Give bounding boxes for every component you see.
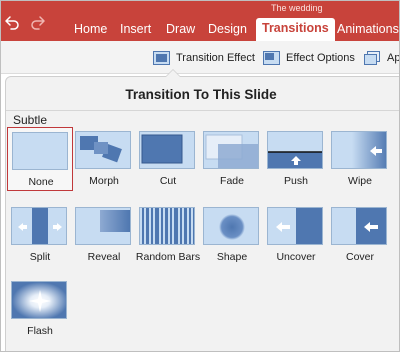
split-thumb-icon [11, 207, 67, 245]
tab-insert[interactable]: Insert [120, 21, 151, 41]
transition-effect-label: Transition Effect [176, 52, 255, 64]
transition-wipe[interactable]: Wipe [327, 127, 393, 191]
flash-thumb-icon [11, 281, 67, 319]
transition-cover[interactable]: Cover [327, 203, 393, 267]
transition-effect-button[interactable]: Transition Effect [153, 50, 255, 66]
effect-options-button[interactable]: Effect Options [263, 50, 355, 66]
transition-label: Cover [345, 251, 374, 263]
push-thumb-icon [267, 131, 323, 169]
ribbon-tab-bar: The wedding Home Insert Draw Design Tran… [1, 1, 399, 41]
fade-thumb-icon [203, 131, 259, 169]
tab-design[interactable]: Design [208, 21, 247, 41]
popover-title: Transition To This Slide [125, 87, 277, 102]
document-title: The wedding [271, 3, 323, 13]
redo-icon[interactable] [31, 15, 47, 31]
popover-arrow [165, 69, 181, 77]
effect-options-label: Effect Options [286, 52, 355, 64]
cut-thumb-icon [139, 131, 195, 169]
transition-effect-icon [153, 51, 170, 65]
wipe-thumb-icon [331, 131, 387, 169]
reveal-thumb-icon [75, 207, 131, 245]
random-bars-thumb-icon [139, 207, 195, 245]
app-window: The wedding Home Insert Draw Design Tran… [0, 0, 400, 352]
cover-thumb-icon [331, 207, 387, 245]
tab-home[interactable]: Home [74, 21, 107, 41]
transition-flash[interactable]: Flash [7, 277, 73, 341]
transition-label: Wipe [348, 175, 372, 187]
shape-thumb-icon [203, 207, 259, 245]
effect-options-icon [263, 51, 280, 65]
apply-to-all-button[interactable]: Ap [364, 50, 400, 66]
transition-label: Flash [27, 325, 53, 337]
none-thumb-icon [12, 132, 68, 170]
tab-draw[interactable]: Draw [166, 21, 195, 41]
section-divider [6, 110, 399, 111]
tab-animations[interactable]: Animations [337, 21, 399, 41]
section-subtle-heading: Subtle [13, 113, 48, 127]
ribbon-toolbar: Transition Effect Effect Options Ap [1, 41, 400, 74]
apply-to-all-label: Ap [387, 52, 400, 64]
undo-icon[interactable] [3, 15, 19, 31]
tab-transitions[interactable]: Transitions [256, 18, 335, 41]
apply-to-all-icon [364, 51, 381, 65]
morph-thumb-icon [75, 131, 131, 169]
uncover-thumb-icon [267, 207, 323, 245]
